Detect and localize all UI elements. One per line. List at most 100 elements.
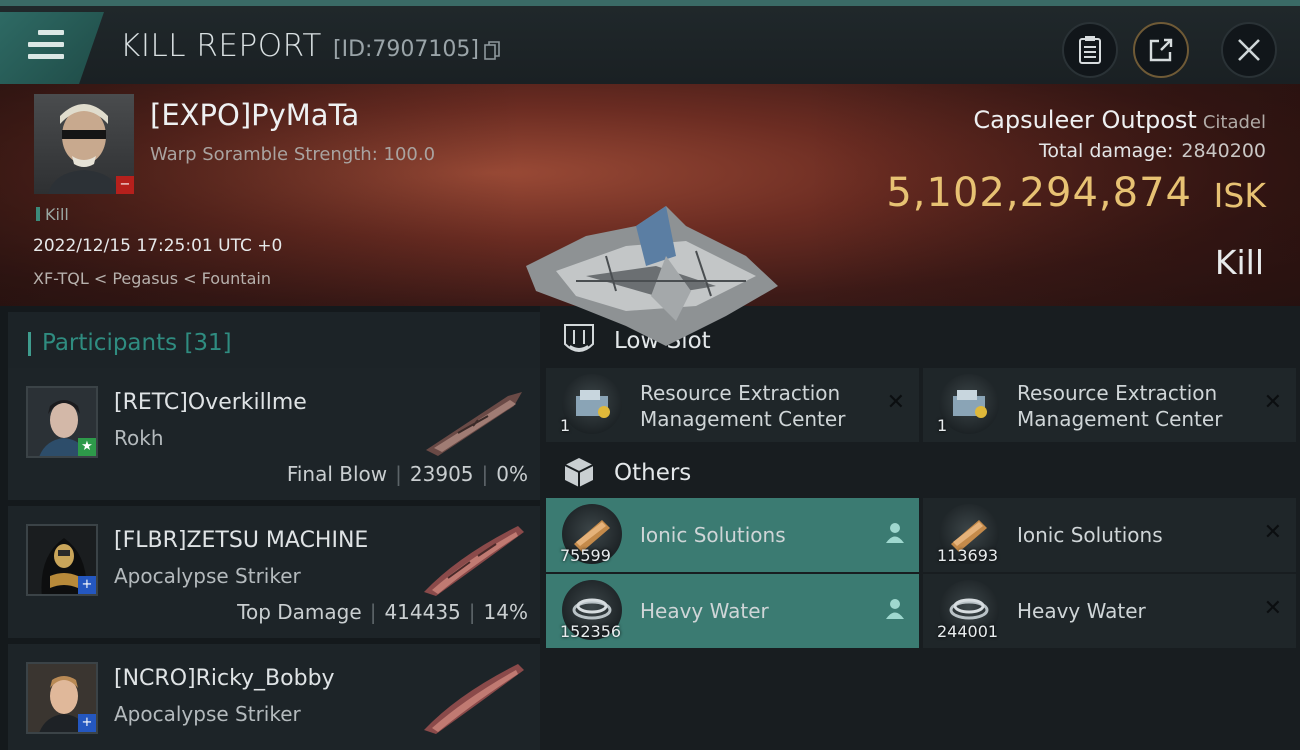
star-badge-icon: ★ [78, 438, 96, 456]
stats-separator: | [395, 462, 402, 486]
plus-badge-icon: + [78, 576, 96, 594]
report-id: [ID:7907105] [333, 37, 479, 62]
kill-datetime: 2022/12/15 17:25:01 UTC +0 [33, 236, 283, 256]
ship-icon [426, 392, 522, 456]
others-label: Others [614, 460, 692, 486]
item-row[interactable]: 75599 Ionic Solutions [546, 498, 919, 572]
close-button[interactable] [1221, 22, 1277, 78]
participant-name: [NCRO]Ricky_Bobby [114, 666, 335, 691]
destroyed-icon: ✕ [1263, 520, 1282, 545]
kill-location[interactable]: XF-TQL < Pegasus < Fountain [33, 269, 271, 288]
participants-panel: Participants [31] ★ [RETC]Overkillme Rok… [0, 306, 540, 750]
participants-label: Participants [42, 330, 178, 356]
participant-row[interactable]: + [NCRO]Ricky_Bobby Apocalypse Striker [8, 644, 540, 750]
target-name: Capsuleer Outpost Citadel [973, 106, 1266, 134]
item-name: Resource Extraction Management Center [1017, 381, 1223, 431]
item-name: Heavy Water [1017, 599, 1146, 623]
structure-image [526, 206, 778, 346]
item-quantity: 244001 [937, 622, 999, 641]
person-icon [886, 599, 904, 619]
participant-percent: 14% [483, 600, 528, 624]
item-row[interactable]: 152356 Heavy Water [546, 574, 919, 648]
stats-separator: | [481, 462, 489, 486]
participant-role: Final Blow [286, 462, 388, 486]
participant-role: Top Damage [237, 600, 362, 624]
item-quantity: 75599 [560, 546, 611, 565]
hamburger-icon [28, 30, 64, 60]
participant-damage: 414435 [384, 600, 461, 624]
destroyed-icon: ✕ [1263, 390, 1282, 415]
item-name: Heavy Water [640, 599, 769, 623]
total-damage: Total damage: 2840200 [1039, 140, 1266, 162]
items-panel: Low Slot 1 Resource Extraction Managemen… [540, 306, 1300, 750]
item-row[interactable]: 244001 Heavy Water ✕ [923, 574, 1296, 648]
participants-header-bar [28, 332, 31, 356]
result-label: Kill [1214, 243, 1264, 282]
stats-separator: | [369, 600, 377, 624]
total-damage-value: 2840200 [1181, 140, 1266, 162]
item-row[interactable]: 113693 Ionic Solutions ✕ [923, 498, 1296, 572]
clipboard-button[interactable] [1062, 22, 1118, 78]
ship-icon [424, 526, 524, 596]
module-icon [576, 390, 610, 418]
isk-unit: ISK [1213, 176, 1266, 215]
item-quantity: 1 [560, 416, 571, 435]
destroyed-icon: ✕ [1263, 596, 1282, 621]
victim-portrait[interactable]: − [34, 94, 134, 194]
person-icon [886, 523, 904, 543]
ship-icon [424, 664, 524, 734]
item-name: Resource Extraction Management Center [640, 381, 846, 431]
enemy-badge-icon: − [116, 176, 134, 194]
plus-badge-icon: + [78, 714, 96, 732]
participant-name: [FLBR]ZETSU MACHINE [114, 528, 369, 553]
item-row[interactable]: 1 Resource Extraction Management Center … [923, 368, 1296, 442]
clipboard-icon [1079, 36, 1101, 64]
item-thumb-icon [562, 374, 622, 434]
kill-tag: Kill [36, 205, 69, 224]
item-name: Ionic Solutions [1017, 523, 1163, 547]
item-row[interactable]: 1 Resource Extraction Management Center … [546, 368, 919, 442]
participant-avatar: + [26, 662, 98, 734]
participant-ship: Rokh [114, 426, 164, 450]
participant-stats: Top Damage | 414435 | 14% [237, 600, 528, 624]
top-bar: KILL REPORT [ID:7907105] [0, 0, 1300, 84]
item-quantity: 113693 [937, 546, 999, 565]
participants-header-text: Participants [31] [42, 330, 232, 356]
others-header: Others [560, 448, 1290, 498]
participant-percent: 0% [496, 462, 528, 486]
participant-avatar: + [26, 524, 98, 596]
kill-tag-label: Kill [45, 205, 69, 224]
stats-separator: | [468, 600, 476, 624]
isk-value: 5,102,294,874 [886, 170, 1192, 216]
victim-name[interactable]: [EXPO]PyMaTa [150, 98, 359, 132]
cube-icon [564, 458, 594, 487]
victim-subtitle: Warp Soramble Strength: 100.0 [150, 144, 436, 165]
participant-stats: Final Blow | 23905 | 0% [287, 462, 528, 486]
participant-ship: Apocalypse Striker [114, 702, 301, 726]
share-icon [1149, 38, 1173, 62]
item-name: Ionic Solutions [640, 523, 786, 547]
share-button[interactable] [1133, 22, 1189, 78]
participant-avatar: ★ [26, 386, 98, 458]
item-quantity: 1 [937, 416, 948, 435]
kill-header: − [EXPO]PyMaTa Warp Soramble Strength: 1… [0, 84, 1300, 346]
close-icon [1238, 39, 1260, 61]
participant-ship: Apocalypse Striker [114, 564, 301, 588]
participant-row[interactable]: ★ [RETC]Overkillme Rokh Final Blow | 23905… [8, 368, 540, 500]
item-quantity: 152356 [560, 622, 622, 641]
module-icon [953, 390, 987, 418]
item-thumb-icon [939, 374, 999, 434]
target-name-label: Capsuleer Outpost [973, 106, 1197, 134]
participant-damage: 23905 [409, 462, 474, 486]
menu-button[interactable] [0, 12, 104, 84]
participants-count: [31] [184, 330, 232, 356]
participant-row[interactable]: + [FLBR]ZETSU MACHINE Apocalypse Striker… [8, 506, 540, 638]
target-class: Citadel [1202, 112, 1266, 133]
copy-icon[interactable] [484, 41, 500, 61]
kill-tag-bar [36, 207, 40, 221]
participant-name: [RETC]Overkillme [114, 390, 307, 415]
total-damage-label: Total damage: [1038, 140, 1174, 162]
participants-header[interactable]: Participants [31] [8, 312, 540, 370]
destroyed-icon: ✕ [886, 390, 905, 415]
page-title: KILL REPORT [120, 28, 322, 64]
